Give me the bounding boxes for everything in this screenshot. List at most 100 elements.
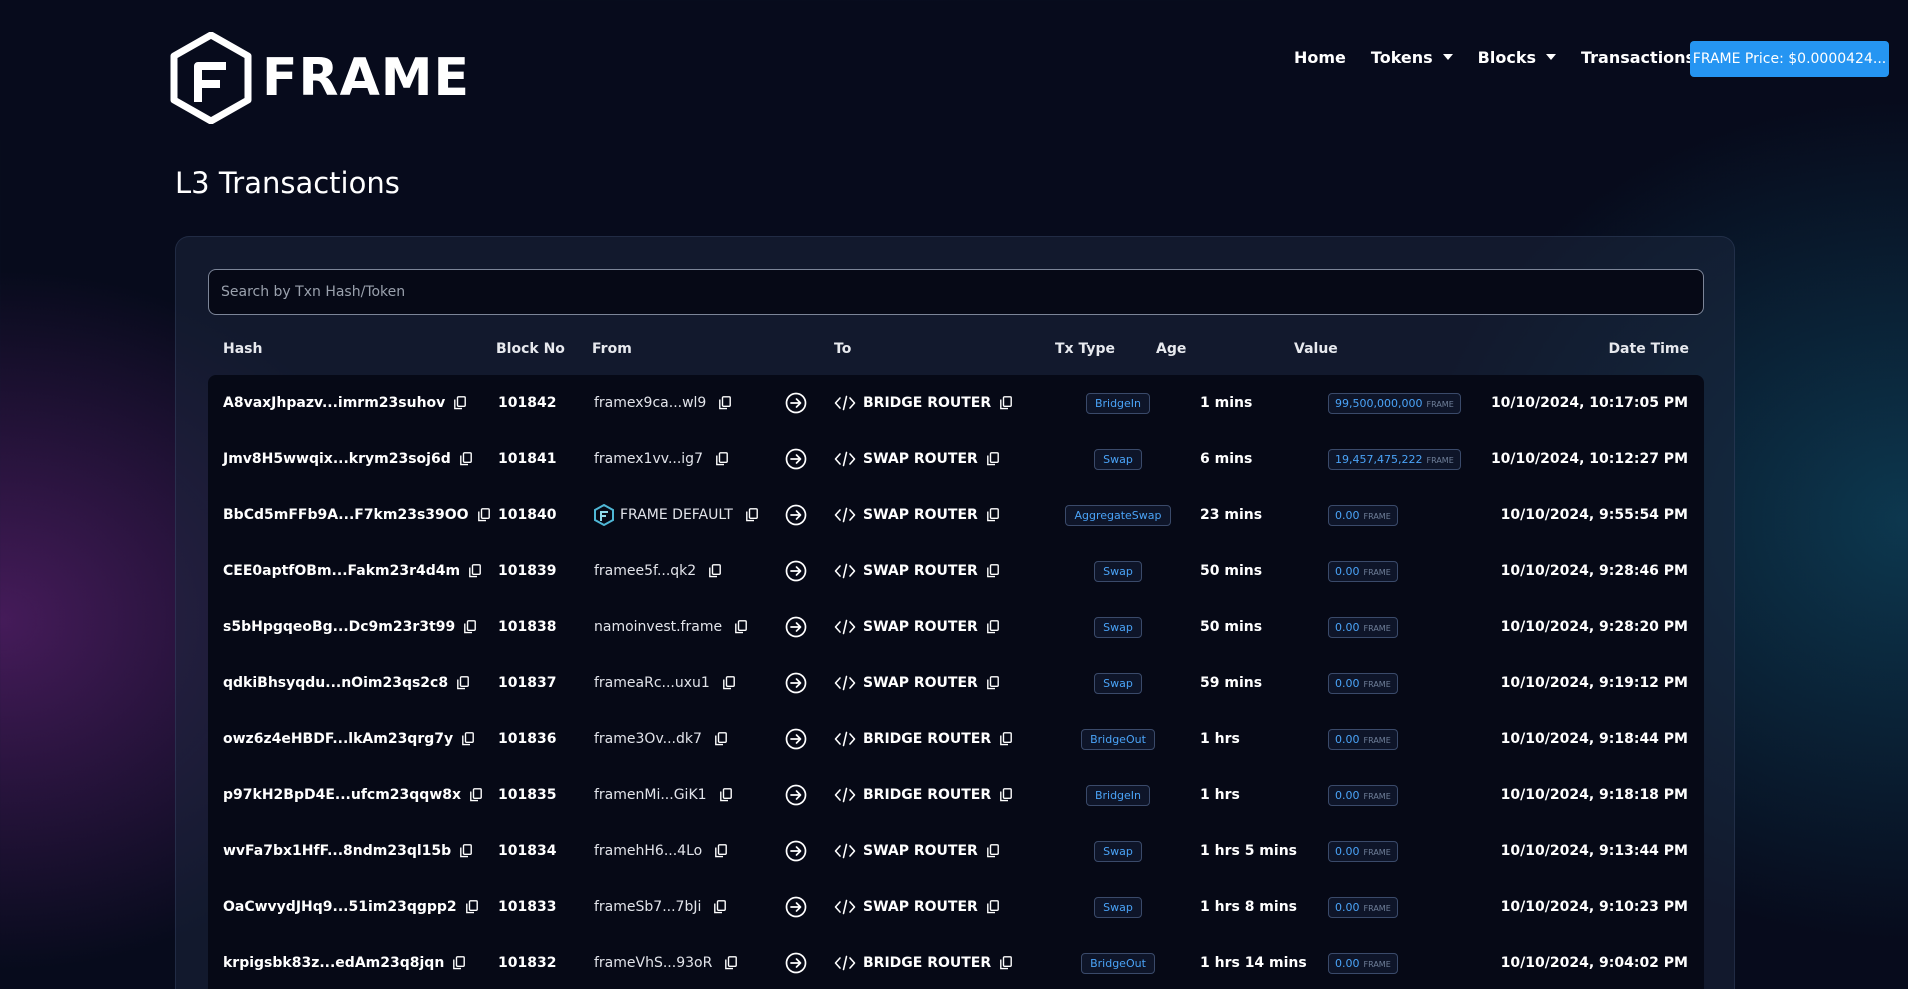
value-cell: 0.00 FRAME bbox=[1328, 655, 1398, 711]
to-contract-link[interactable]: SWAP ROUTER bbox=[863, 899, 978, 915]
nav-home[interactable]: Home bbox=[1294, 42, 1346, 72]
copy-icon[interactable] bbox=[986, 844, 999, 858]
block-number[interactable]: 101839 bbox=[498, 543, 556, 599]
copy-icon[interactable] bbox=[986, 900, 999, 914]
copy-icon[interactable] bbox=[709, 564, 722, 578]
copy-icon[interactable] bbox=[1000, 396, 1013, 410]
tx-hash-link[interactable]: Jmv8H5wwqix...krym23soj6d bbox=[223, 451, 451, 467]
tx-type-cell: BridgeOut bbox=[1048, 711, 1188, 767]
copy-icon[interactable] bbox=[986, 508, 999, 522]
nav-blocks[interactable]: Blocks bbox=[1478, 42, 1556, 72]
tx-hash-link[interactable]: BbCd5mFFb9A...F7km23s39OO bbox=[223, 507, 469, 523]
from-address-link[interactable]: FRAME DEFAULT bbox=[620, 507, 733, 523]
tx-type-badge: Swap bbox=[1094, 840, 1142, 862]
value-amount: 0.00 bbox=[1335, 620, 1360, 634]
to-contract-link[interactable]: SWAP ROUTER bbox=[863, 563, 978, 579]
tx-hash-link[interactable]: qdkiBhsyqdu...nOim23qs2c8 bbox=[223, 675, 448, 691]
from-address-link[interactable]: framex1vv...ig7 bbox=[594, 451, 703, 467]
to-contract-link[interactable]: SWAP ROUTER bbox=[863, 843, 978, 859]
block-number[interactable]: 101841 bbox=[498, 431, 556, 487]
copy-icon[interactable] bbox=[454, 396, 467, 410]
block-number[interactable]: 101835 bbox=[498, 767, 556, 823]
copy-icon[interactable] bbox=[719, 396, 732, 410]
copy-icon[interactable] bbox=[462, 732, 475, 746]
direction-cell bbox=[785, 879, 807, 935]
tx-type-badge: BridgeIn bbox=[1085, 784, 1151, 806]
copy-icon[interactable] bbox=[735, 620, 747, 634]
copy-icon[interactable] bbox=[986, 452, 999, 466]
value-cell: 99,500,000,000 FRAME bbox=[1328, 375, 1461, 431]
block-number[interactable]: 101837 bbox=[498, 655, 556, 711]
search-input[interactable] bbox=[208, 269, 1704, 315]
tx-hash-link[interactable]: OaCwvydJHq9...51im23qgpp2 bbox=[223, 899, 457, 915]
block-number[interactable]: 101834 bbox=[498, 823, 556, 879]
from-address-link[interactable]: frameVhS...93oR bbox=[594, 955, 712, 971]
from-address-link[interactable]: frameaRc...uxu1 bbox=[594, 675, 710, 691]
from-address-link[interactable]: frame3Ov...dk7 bbox=[594, 731, 702, 747]
value-unit: FRAME bbox=[1363, 959, 1391, 969]
to-contract-link[interactable]: BRIDGE ROUTER bbox=[863, 787, 991, 803]
datetime-cell: 10/10/2024, 10:17:05 PM bbox=[1490, 395, 1688, 411]
from-address-link[interactable]: namoinvest.frame bbox=[594, 619, 722, 635]
nav-tokens[interactable]: Tokens bbox=[1371, 42, 1453, 72]
copy-icon[interactable] bbox=[459, 452, 472, 466]
block-number[interactable]: 101840 bbox=[498, 487, 556, 543]
tx-hash-link[interactable]: p97kH2BpD4E...ufcm23qqw8x bbox=[223, 787, 461, 803]
from-address-link[interactable]: framee5f...qk2 bbox=[594, 563, 696, 579]
age-cell: 6 mins bbox=[1200, 451, 1253, 467]
copy-icon[interactable] bbox=[986, 620, 999, 634]
to-contract-link[interactable]: SWAP ROUTER bbox=[863, 507, 978, 523]
copy-icon[interactable] bbox=[715, 844, 728, 858]
to-contract-link[interactable]: BRIDGE ROUTER bbox=[863, 395, 991, 411]
to-contract-link[interactable]: SWAP ROUTER bbox=[863, 675, 978, 691]
from-address-link[interactable]: framenMi...GiK1 bbox=[594, 787, 707, 803]
table-row: CEE0aptfOBm...Fakm23r4d4m 101839 framee5… bbox=[208, 543, 1704, 599]
block-number[interactable]: 101833 bbox=[498, 879, 556, 935]
copy-icon[interactable] bbox=[745, 508, 758, 522]
copy-icon[interactable] bbox=[986, 676, 999, 690]
copy-icon[interactable] bbox=[716, 452, 728, 466]
copy-icon[interactable] bbox=[465, 900, 478, 914]
copy-icon[interactable] bbox=[1000, 732, 1013, 746]
copy-icon[interactable] bbox=[464, 620, 477, 634]
copy-icon[interactable] bbox=[457, 676, 469, 690]
to-contract-link[interactable]: BRIDGE ROUTER bbox=[863, 731, 991, 747]
to-contract-link[interactable]: BRIDGE ROUTER bbox=[863, 955, 991, 971]
frame-price-button[interactable]: FRAME Price: $0.0000424... bbox=[1690, 41, 1889, 77]
tx-type-badge: Swap bbox=[1094, 560, 1142, 582]
tx-hash-link[interactable]: A8vaxJhpazv...imrm23suhov bbox=[223, 395, 445, 411]
copy-icon[interactable] bbox=[722, 676, 735, 690]
tx-hash-link[interactable]: s5bHpgqeoBg...Dc9m23r3t99 bbox=[223, 619, 455, 635]
tx-type-badge: BridgeOut bbox=[1081, 728, 1155, 750]
from-address-link[interactable]: frameSb7...7bJi bbox=[594, 899, 701, 915]
tx-hash-link[interactable]: owz6z4eHBDF...lkAm23qrg7y bbox=[223, 731, 453, 747]
copy-icon[interactable] bbox=[715, 732, 727, 746]
block-number[interactable]: 101832 bbox=[498, 935, 556, 989]
to-cell: BRIDGE ROUTER bbox=[834, 767, 1013, 823]
copy-icon[interactable] bbox=[714, 900, 727, 914]
tx-hash-link[interactable]: krpigsbk83z...edAm23q8jqn bbox=[223, 955, 444, 971]
table-row: s5bHpgqeoBg...Dc9m23r3t99 101838 namoinv… bbox=[208, 599, 1704, 655]
copy-icon[interactable] bbox=[469, 564, 481, 578]
copy-icon[interactable] bbox=[986, 564, 999, 578]
to-contract-link[interactable]: SWAP ROUTER bbox=[863, 619, 978, 635]
tx-hash-link[interactable]: wvFa7bx1HfF...8ndm23ql15b bbox=[223, 843, 451, 859]
copy-icon[interactable] bbox=[725, 956, 738, 970]
copy-icon[interactable] bbox=[719, 788, 732, 802]
tx-type-badge: BridgeOut bbox=[1081, 952, 1155, 974]
from-address-link[interactable]: framex9ca...wl9 bbox=[594, 395, 706, 411]
from-address-link[interactable]: framehH6...4Lo bbox=[594, 843, 702, 859]
block-number[interactable]: 101842 bbox=[498, 375, 556, 431]
copy-icon[interactable] bbox=[1000, 788, 1013, 802]
copy-icon[interactable] bbox=[1000, 956, 1013, 970]
tx-hash-link[interactable]: CEE0aptfOBm...Fakm23r4d4m bbox=[223, 563, 460, 579]
copy-icon[interactable] bbox=[460, 844, 473, 858]
to-contract-link[interactable]: SWAP ROUTER bbox=[863, 451, 978, 467]
block-number[interactable]: 101836 bbox=[498, 711, 556, 767]
age-cell: 1 hrs bbox=[1200, 731, 1240, 747]
copy-icon[interactable] bbox=[477, 508, 490, 522]
copy-icon[interactable] bbox=[470, 788, 482, 802]
block-number[interactable]: 101838 bbox=[498, 599, 556, 655]
copy-icon[interactable] bbox=[453, 956, 466, 970]
brand-logo[interactable]: FRAME bbox=[170, 32, 470, 124]
